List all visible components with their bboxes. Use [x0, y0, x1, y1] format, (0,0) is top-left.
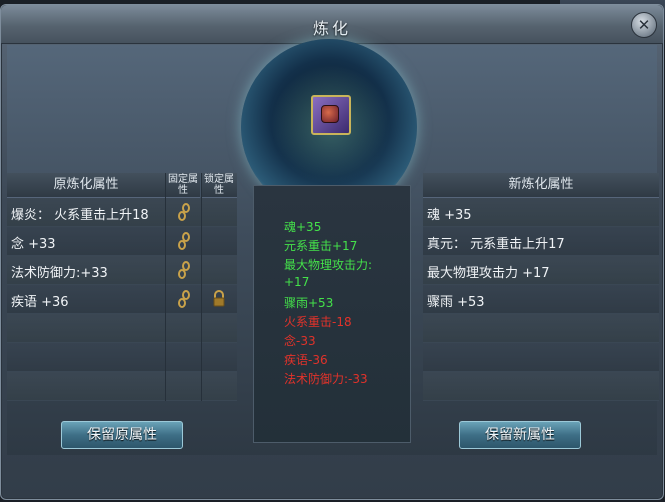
original-attributes-panel: 原炼化属性 固定属性 锁定属性 爆炎： 火系重击上升18 念 +33 法术防御力… [7, 173, 237, 455]
change-line: 念-33 [284, 334, 316, 348]
table-row[interactable]: 念 +33 [7, 227, 237, 256]
chain-icon[interactable] [177, 261, 191, 279]
attribute-text: 念 +33 [11, 237, 56, 252]
chain-icon[interactable] [177, 290, 191, 308]
attribute-text: 骤雨 +53 [427, 295, 485, 310]
keep-original-button[interactable]: 保留原属性 [61, 421, 183, 449]
change-line: 火系重击-18 [284, 315, 352, 329]
lock-icon[interactable] [211, 290, 227, 308]
item-slot[interactable] [311, 95, 351, 135]
window-title: 炼化 [312, 19, 351, 38]
column-divider [201, 173, 202, 401]
column-divider [165, 173, 166, 401]
change-line: 最大物理攻击力: [284, 258, 373, 272]
change-preview-panel: 魂+35 元系重击+17 最大物理攻击力: +17 骤雨+53 火系重击-18 … [253, 185, 411, 443]
attribute-text: 爆炎： 火系重击上升18 [11, 208, 149, 223]
attribute-text: 法术防御力:+33 [11, 266, 108, 281]
change-line: 骤雨+53 [284, 296, 334, 310]
attribute-text: 最大物理攻击力 +17 [427, 266, 550, 281]
table-row [423, 314, 659, 343]
chain-icon[interactable] [177, 203, 191, 221]
fixed-attribute-header: 固定属性 [166, 173, 200, 198]
change-line: 疾语-36 [284, 353, 328, 367]
change-line: 法术防御力:-33 [284, 372, 368, 386]
change-line: +17 [284, 275, 310, 289]
refine-item-icon [321, 105, 339, 123]
keep-new-button[interactable]: 保留新属性 [459, 421, 581, 449]
lock-attribute-header: 锁定属性 [201, 173, 237, 198]
change-line: 魂+35 [284, 220, 322, 234]
table-row: 魂 +35 [423, 198, 659, 227]
attribute-text: 魂 +35 [427, 208, 472, 223]
table-row [7, 343, 237, 372]
table-row: 最大物理攻击力 +17 [423, 256, 659, 285]
close-button[interactable]: ✕ [631, 12, 657, 38]
table-row: 骤雨 +53 [423, 285, 659, 314]
new-attributes-header: 新炼化属性 [423, 173, 659, 198]
table-row[interactable]: 法术防御力:+33 [7, 256, 237, 285]
table-row [7, 314, 237, 343]
table-row [7, 372, 237, 401]
table-row [423, 343, 659, 372]
chain-icon[interactable] [177, 232, 191, 250]
new-attributes-panel: 新炼化属性 魂 +35 真元： 元系重击上升17 最大物理攻击力 +17 骤雨 … [423, 173, 659, 455]
attribute-text: 真元： 元系重击上升17 [427, 237, 565, 252]
attribute-text: 疾语 +36 [11, 295, 69, 310]
change-line: 元系重击+17 [284, 239, 358, 253]
table-row[interactable]: 爆炎： 火系重击上升18 [7, 198, 237, 227]
original-attributes-header: 原炼化属性 [7, 173, 165, 198]
table-row[interactable]: 疾语 +36 [7, 285, 237, 314]
refine-window: 炼化 ✕ 原炼化属性 固定属性 锁定属性 爆炎： 火系重击上升18 念 +33 … [0, 4, 664, 500]
table-row: 真元： 元系重击上升17 [423, 227, 659, 256]
table-row [423, 372, 659, 401]
